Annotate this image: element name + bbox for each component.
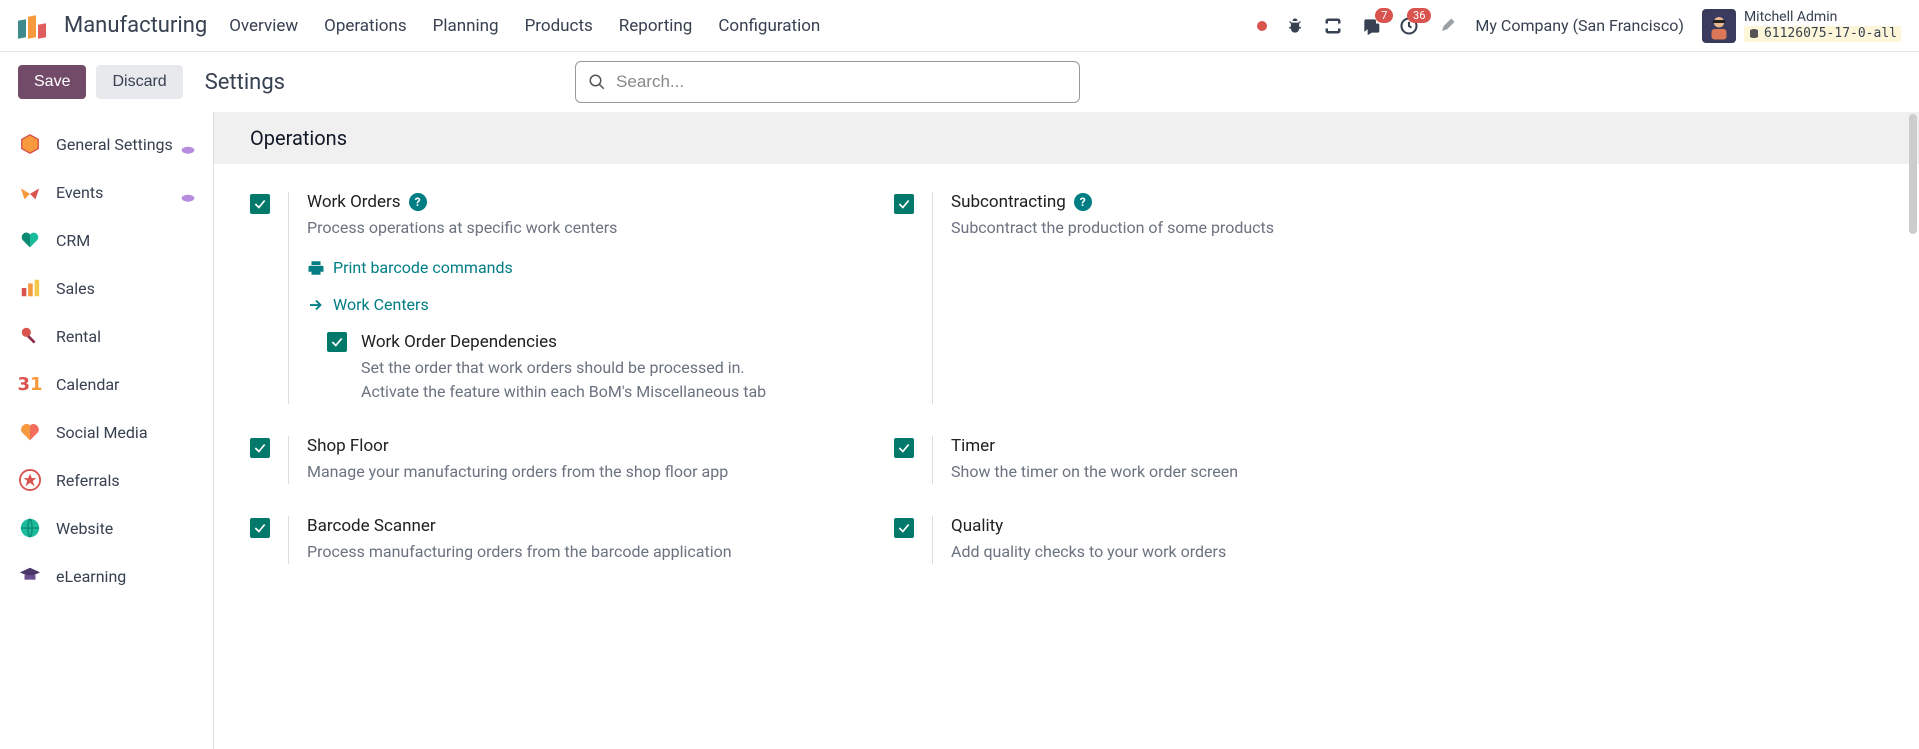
activities-badge: 36	[1407, 8, 1431, 23]
sidebar-item-website[interactable]: Website	[0, 504, 213, 552]
save-button[interactable]: Save	[18, 65, 86, 99]
crm-icon	[18, 228, 42, 252]
sidebar-item-calendar[interactable]: 31 Calendar	[0, 360, 213, 408]
avatar-icon	[1702, 9, 1736, 43]
support-icon[interactable]	[1323, 16, 1343, 36]
heart-icon	[18, 420, 42, 444]
setting-work-orders: Work Orders ? Process operations at spec…	[250, 192, 854, 404]
menu-operations[interactable]: Operations	[324, 16, 407, 36]
fav-icon	[181, 187, 195, 197]
star-icon	[18, 468, 42, 492]
sidebar-item-label: Sales	[56, 279, 95, 298]
setting-subcontracting: Subcontracting ? Subcontract the product…	[894, 192, 1498, 404]
key-icon	[18, 324, 42, 348]
main: General Settings Events CRM Sales Rental…	[0, 112, 1919, 749]
menu-overview[interactable]: Overview	[229, 16, 298, 36]
work-order-deps-checkbox[interactable]	[327, 332, 347, 352]
status-dot-icon[interactable]	[1257, 21, 1267, 31]
control-bar: Save Discard Settings	[0, 52, 1919, 112]
setting-quality: Quality Add quality checks to your work …	[894, 516, 1498, 564]
top-menu: Overview Operations Planning Products Re…	[229, 16, 820, 36]
discard-button[interactable]: Discard	[96, 65, 182, 99]
sidebar-item-crm[interactable]: CRM	[0, 216, 213, 264]
help-icon[interactable]: ?	[1074, 193, 1092, 211]
sidebar-item-label: CRM	[56, 231, 90, 250]
fav-icon	[181, 139, 195, 149]
setting-title: Work Orders	[307, 192, 401, 212]
sidebar-item-label: General Settings	[56, 135, 173, 154]
shop-floor-checkbox[interactable]	[250, 438, 270, 458]
sidebar-item-label: Social Media	[56, 423, 148, 442]
search-icon	[588, 73, 606, 91]
hexagon-icon	[18, 132, 42, 156]
menu-configuration[interactable]: Configuration	[718, 16, 820, 36]
activities-icon[interactable]: 36	[1399, 16, 1419, 36]
sidebar-item-label: Referrals	[56, 471, 120, 490]
app-title: Manufacturing	[64, 13, 207, 38]
settings-content: Operations Work Orders ? Process operati…	[214, 112, 1919, 749]
setting-shop-floor: Shop Floor Manage your manufacturing ord…	[250, 436, 854, 484]
work-centers-link[interactable]: Work Centers	[307, 295, 854, 314]
app-logo[interactable]: Manufacturing	[18, 13, 229, 38]
sidebar-item-label: eLearning	[56, 567, 126, 586]
navbar-right: 7 36 My Company (San Francisco) Mitchell…	[1257, 9, 1901, 43]
sidebar-item-general[interactable]: General Settings	[0, 120, 213, 168]
settings-sidebar: General Settings Events CRM Sales Rental…	[0, 112, 214, 749]
setting-barcode: Barcode Scanner Process manufacturing or…	[250, 516, 854, 564]
messages-badge: 7	[1375, 8, 1393, 23]
setting-work-order-dependencies: Work Order Dependencies Set the order th…	[307, 332, 854, 404]
triangles-icon	[18, 180, 42, 204]
bug-icon[interactable]	[1285, 16, 1305, 36]
help-icon[interactable]: ?	[409, 193, 427, 211]
sidebar-item-social[interactable]: Social Media	[0, 408, 213, 456]
sidebar-item-label: Events	[56, 183, 103, 202]
menu-products[interactable]: Products	[525, 16, 593, 36]
logo-icon	[18, 14, 46, 38]
menu-reporting[interactable]: Reporting	[619, 16, 693, 36]
sidebar-item-sales[interactable]: Sales	[0, 264, 213, 312]
user-name: Mitchell Admin	[1744, 9, 1901, 26]
work-orders-checkbox[interactable]	[250, 194, 270, 214]
user-db: 61126075-17-0-all	[1744, 26, 1901, 42]
sidebar-item-label: Calendar	[56, 375, 119, 394]
search-box[interactable]	[575, 61, 1080, 103]
search-input[interactable]	[616, 72, 1067, 92]
section-header: Operations	[214, 112, 1919, 164]
sidebar-item-elearning[interactable]: eLearning	[0, 552, 213, 600]
sidebar-item-rental[interactable]: Rental	[0, 312, 213, 360]
quality-checkbox[interactable]	[894, 518, 914, 538]
menu-planning[interactable]: Planning	[433, 16, 499, 36]
timer-checkbox[interactable]	[894, 438, 914, 458]
setting-desc: Process operations at specific work cent…	[307, 216, 854, 240]
subcontracting-checkbox[interactable]	[894, 194, 914, 214]
globe-icon	[18, 516, 42, 540]
print-barcode-link[interactable]: Print barcode commands	[307, 258, 854, 277]
tools-icon[interactable]	[1437, 16, 1457, 36]
cap-icon	[18, 564, 42, 588]
messages-icon[interactable]: 7	[1361, 16, 1381, 36]
user-menu[interactable]: Mitchell Admin 61126075-17-0-all	[1702, 9, 1901, 43]
navbar: Manufacturing Overview Operations Planni…	[0, 0, 1919, 52]
company-name[interactable]: My Company (San Francisco)	[1475, 16, 1684, 35]
scrollbar[interactable]	[1909, 114, 1917, 234]
setting-timer: Timer Show the timer on the work order s…	[894, 436, 1498, 484]
sidebar-item-label: Website	[56, 519, 113, 538]
print-icon	[307, 259, 325, 277]
arrow-right-icon	[307, 296, 325, 314]
sidebar-item-label: Rental	[56, 327, 101, 346]
page-title: Settings	[205, 70, 285, 95]
calendar-icon: 31	[18, 372, 42, 396]
bars-icon	[18, 276, 42, 300]
sidebar-item-referrals[interactable]: Referrals	[0, 456, 213, 504]
sidebar-item-events[interactable]: Events	[0, 168, 213, 216]
barcode-checkbox[interactable]	[250, 518, 270, 538]
user-text: Mitchell Admin 61126075-17-0-all	[1744, 9, 1901, 41]
